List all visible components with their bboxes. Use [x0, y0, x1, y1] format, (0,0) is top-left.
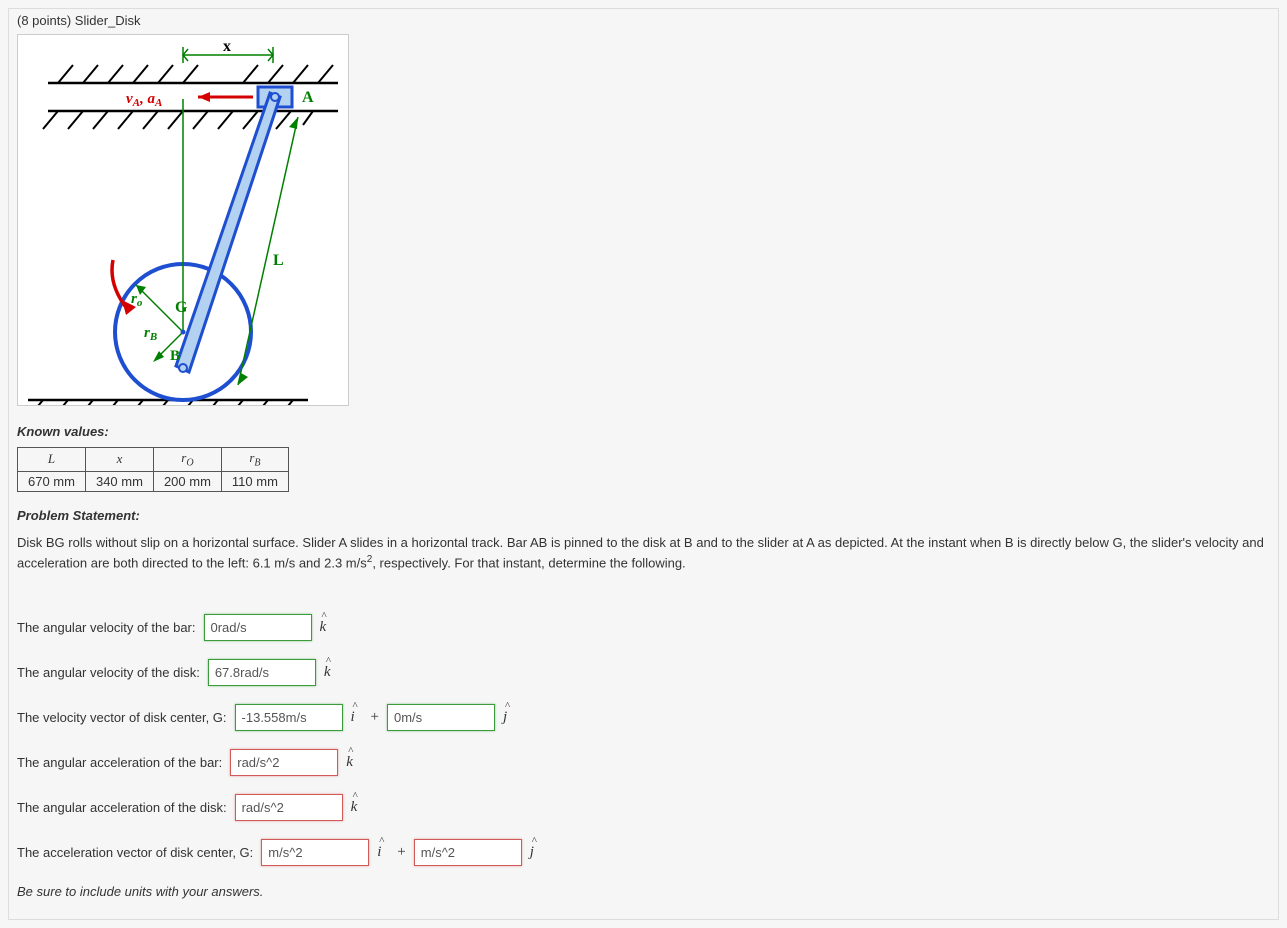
known-values-table: L x rO rB 670 mm 340 mm 200 mm 110 mm [17, 447, 289, 492]
input-disk-alpha[interactable] [235, 794, 343, 821]
label-vG: The velocity vector of disk center, G: [17, 710, 227, 725]
sym-rO: rO [153, 448, 221, 472]
unit-i-icon: ^i [377, 844, 389, 861]
input-vG-j[interactable] [387, 704, 495, 731]
svg-text:x: x [223, 38, 231, 55]
val-x: 340 mm [85, 471, 153, 491]
unit-k-icon: ^k [320, 619, 332, 636]
row-bar-omega: The angular velocity of the bar: ^k [17, 614, 1270, 641]
label-disk-alpha: The angular acceleration of the disk: [17, 800, 227, 815]
row-vG: The velocity vector of disk center, G: ^… [17, 704, 1270, 731]
svg-text:A: A [302, 89, 314, 106]
row-disk-alpha: The angular acceleration of the disk: ^k [17, 794, 1270, 821]
svg-text:vA, aA: vA, aA [126, 91, 162, 109]
footer-note: Be sure to include units with your answe… [17, 884, 1270, 899]
input-aG-i[interactable] [261, 839, 369, 866]
sym-x: x [85, 448, 153, 472]
input-bar-alpha[interactable] [230, 749, 338, 776]
problem-statement-header: Problem Statement: [17, 508, 1270, 523]
plus-icon: + [371, 709, 379, 726]
known-values-header: Known values: [17, 424, 1270, 439]
sym-rB: rB [221, 448, 288, 472]
problem-statement-text: Disk BG rolls without slip on a horizont… [17, 533, 1270, 573]
row-bar-alpha: The angular acceleration of the bar: ^k [17, 749, 1270, 776]
val-rB: 110 mm [221, 471, 288, 491]
question-container: (8 points) Slider_Disk [8, 8, 1279, 920]
unit-j-icon: ^j [503, 709, 515, 726]
unit-j-icon: ^j [530, 844, 542, 861]
input-aG-j[interactable] [414, 839, 522, 866]
unit-i-icon: ^i [351, 709, 363, 726]
row-disk-omega: The angular velocity of the disk: ^k [17, 659, 1270, 686]
slider-disk-figure: x A vA, aA [17, 34, 349, 406]
row-aG: The acceleration vector of disk center, … [17, 839, 1270, 866]
unit-k-icon: ^k [346, 754, 358, 771]
svg-text:rB: rB [144, 325, 157, 343]
input-disk-omega[interactable] [208, 659, 316, 686]
svg-text:B: B [170, 348, 180, 364]
input-vG-i[interactable] [235, 704, 343, 731]
svg-text:G: G [175, 299, 188, 316]
plus-icon: + [397, 844, 405, 861]
svg-text:L: L [273, 252, 284, 269]
label-disk-omega: The angular velocity of the disk: [17, 665, 200, 680]
unit-k-icon: ^k [351, 799, 363, 816]
label-bar-omega: The angular velocity of the bar: [17, 620, 196, 635]
label-aG: The acceleration vector of disk center, … [17, 845, 253, 860]
sym-L: L [18, 448, 86, 472]
input-bar-omega[interactable] [204, 614, 312, 641]
label-bar-alpha: The angular acceleration of the bar: [17, 755, 222, 770]
question-title: (8 points) Slider_Disk [17, 13, 1270, 28]
val-L: 670 mm [18, 471, 86, 491]
unit-k-icon: ^k [324, 664, 336, 681]
val-rO: 200 mm [153, 471, 221, 491]
